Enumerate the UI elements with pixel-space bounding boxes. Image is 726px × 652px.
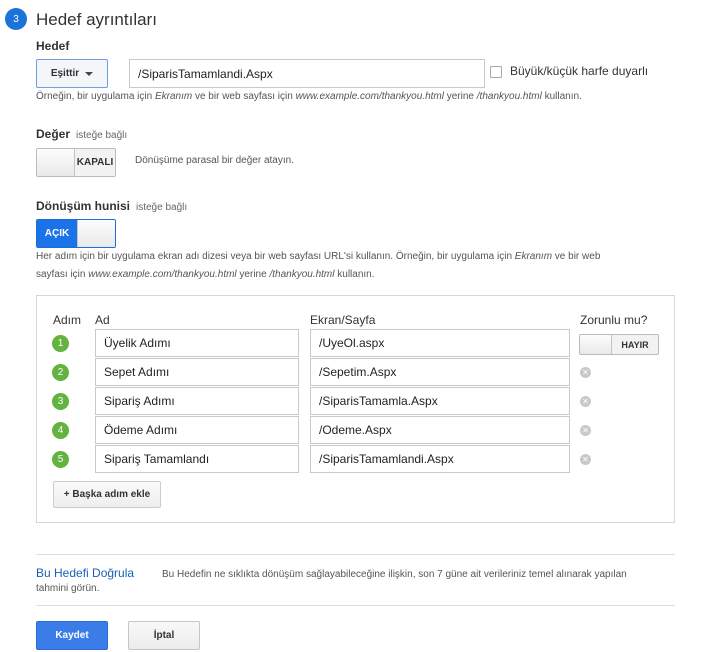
name-column-header: Ad bbox=[95, 313, 110, 327]
remove-step-icon[interactable]: ✕ bbox=[580, 367, 591, 378]
value-hint: Dönüşüme parasal bir değer atayın. bbox=[135, 155, 294, 166]
divider bbox=[36, 605, 675, 606]
step-page-value: /Sepetim.Aspx bbox=[319, 365, 397, 379]
step-page-input-3[interactable]: /SiparisTamamla.Aspx bbox=[310, 387, 570, 415]
step-name-value: Sipariş Tamamlandı bbox=[104, 452, 210, 466]
step-number-badge: 3 bbox=[5, 8, 27, 30]
caret-down-icon bbox=[85, 71, 94, 76]
funnel-steps-panel: Adım Ad Ekran/Sayfa Zorunlu mu? 1 Üyelik… bbox=[36, 295, 675, 523]
value-toggle[interactable]: KAPALI bbox=[36, 148, 116, 177]
step-name-value: Üyelik Adımı bbox=[104, 336, 171, 350]
funnel-toggle[interactable]: AÇIK bbox=[36, 219, 116, 248]
funnel-label: Dönüşüm hunisi isteğe bağlı bbox=[36, 199, 188, 213]
step-name-input-4[interactable]: Ödeme Adımı bbox=[95, 416, 299, 444]
case-sensitive-checkbox[interactable] bbox=[490, 66, 502, 78]
funnel-optional-label: isteğe bağlı bbox=[136, 202, 188, 213]
step-name-value: Sipariş Adımı bbox=[104, 394, 175, 408]
remove-step-icon[interactable]: ✕ bbox=[580, 396, 591, 407]
screen-column-header: Ekran/Sayfa bbox=[310, 313, 376, 327]
step-number-3: 3 bbox=[52, 393, 69, 410]
section-title: Hedef ayrıntıları bbox=[36, 10, 157, 29]
step-number-2: 2 bbox=[52, 364, 69, 381]
step-page-value: /SiparisTamamlandi.Aspx bbox=[319, 452, 454, 466]
step-page-value: /SiparisTamamla.Aspx bbox=[319, 394, 438, 408]
divider bbox=[36, 554, 675, 555]
step-column-header: Adım bbox=[53, 313, 82, 327]
required-toggle[interactable]: HAYIR bbox=[579, 334, 659, 355]
remove-step-icon[interactable]: ✕ bbox=[580, 454, 591, 465]
cancel-button[interactable]: İptal bbox=[128, 621, 200, 650]
destination-value: /SiparisTamamlandi.Aspx bbox=[138, 66, 273, 81]
toggle-knob bbox=[37, 149, 75, 176]
destination-hint: Örneğin, bir uygulama için Ekranım ve bi… bbox=[36, 91, 582, 102]
verify-goal-link[interactable]: Bu Hedefi Doğrula bbox=[36, 566, 134, 580]
step-page-input-5[interactable]: /SiparisTamamlandi.Aspx bbox=[310, 445, 570, 473]
remove-step-icon[interactable]: ✕ bbox=[580, 425, 591, 436]
step-name-input-1[interactable]: Üyelik Adımı bbox=[95, 329, 299, 357]
add-step-button[interactable]: + Başka adım ekle bbox=[53, 481, 161, 508]
value-toggle-state: KAPALI bbox=[75, 149, 115, 176]
value-optional-label: isteğe bağlı bbox=[76, 130, 128, 141]
destination-input[interactable]: /SiparisTamamlandi.Aspx bbox=[129, 59, 485, 88]
case-sensitive-label: Büyük/küçük harfe duyarlı bbox=[510, 64, 649, 78]
value-label: Değer isteğe bağlı bbox=[36, 127, 128, 141]
funnel-hint: Her adım için bir uygulama ekran adı diz… bbox=[36, 251, 601, 280]
step-name-value: Ödeme Adımı bbox=[104, 423, 178, 437]
step-name-input-5[interactable]: Sipariş Tamamlandı bbox=[95, 445, 299, 473]
save-button[interactable]: Kaydet bbox=[36, 621, 108, 650]
step-page-value: /Odeme.Aspx bbox=[319, 423, 392, 437]
toggle-knob bbox=[77, 220, 115, 247]
destination-label: Hedef bbox=[36, 39, 70, 53]
funnel-toggle-state: AÇIK bbox=[37, 220, 77, 247]
step-page-input-4[interactable]: /Odeme.Aspx bbox=[310, 416, 570, 444]
verify-description: Bu Hedefin ne sıklıkta dönüşüm sağlayabi… bbox=[162, 569, 627, 580]
step-number-5: 5 bbox=[52, 451, 69, 468]
required-column-header: Zorunlu mu? bbox=[580, 313, 648, 327]
step-name-input-3[interactable]: Sipariş Adımı bbox=[95, 387, 299, 415]
step-name-input-2[interactable]: Sepet Adımı bbox=[95, 358, 299, 386]
step-page-value: /UyeOl.aspx bbox=[319, 336, 385, 350]
match-type-dropdown[interactable]: Eşittir bbox=[36, 59, 108, 88]
step-name-value: Sepet Adımı bbox=[104, 365, 170, 379]
step-page-input-2[interactable]: /Sepetim.Aspx bbox=[310, 358, 570, 386]
step-number-1: 1 bbox=[52, 335, 69, 352]
toggle-knob bbox=[580, 335, 612, 354]
step-page-input-1[interactable]: /UyeOl.aspx bbox=[310, 329, 570, 357]
step-number-4: 4 bbox=[52, 422, 69, 439]
required-toggle-state: HAYIR bbox=[612, 335, 658, 354]
match-type-label: Eşittir bbox=[50, 68, 80, 79]
verify-description-cont: tahmini görün. bbox=[36, 583, 100, 594]
